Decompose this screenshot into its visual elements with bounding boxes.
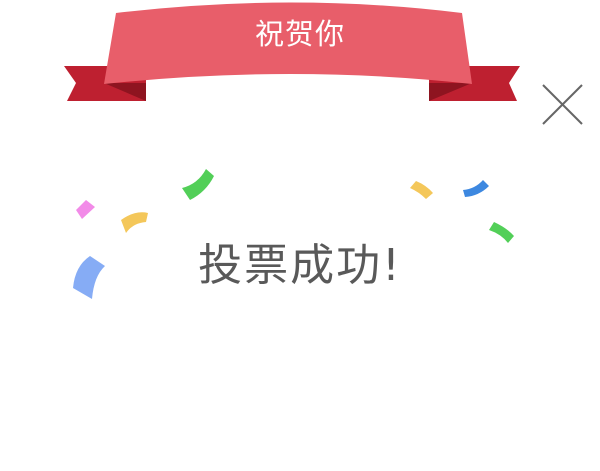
confetti-piece-yellow-right [410, 181, 433, 199]
confetti-piece-darkblue [463, 180, 489, 197]
close-icon[interactable] [538, 82, 586, 128]
confetti-piece-pink [76, 200, 95, 219]
success-message: 投票成功! [198, 240, 402, 291]
confetti-piece-green [182, 169, 214, 200]
banner-title: 祝贺你 [254, 17, 345, 51]
success-dialog: 祝贺你 投票成功! [0, 0, 600, 471]
confetti-piece-yellow [121, 212, 148, 233]
